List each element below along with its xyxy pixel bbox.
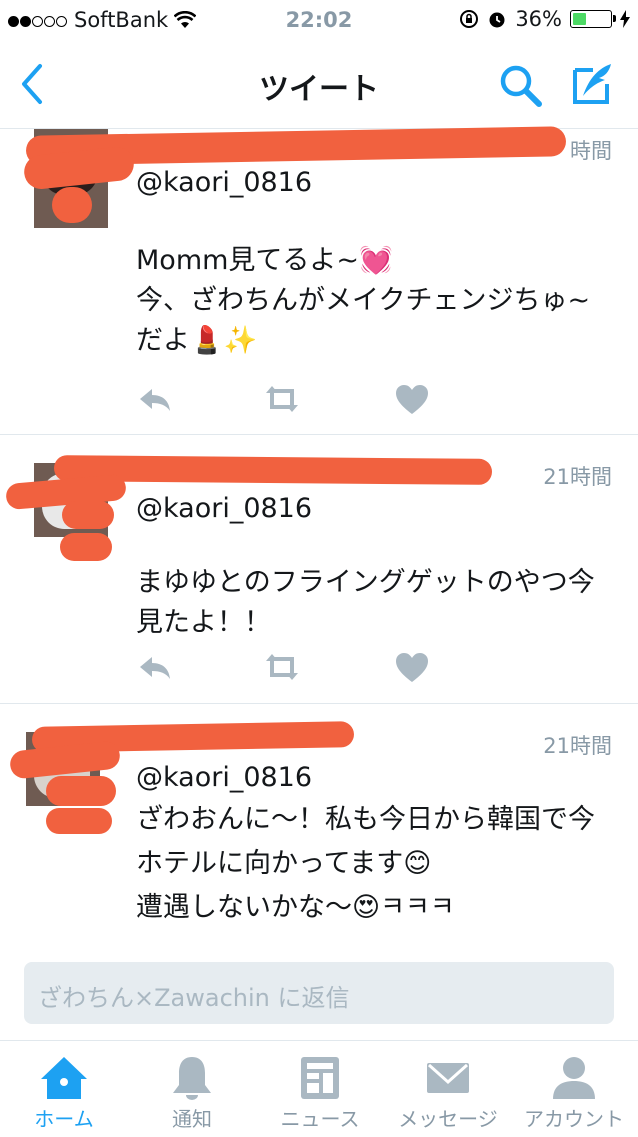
tweet-time: 21時間 (543, 734, 612, 758)
tab-bar: ホーム 通知 ニュース メッセージ アカウント (0, 1040, 638, 1137)
like-icon[interactable] (392, 649, 432, 685)
tab-account[interactable]: アカウント (510, 1041, 638, 1137)
like-icon[interactable] (392, 381, 432, 417)
redaction-mark (46, 776, 116, 806)
tweet-text: Momm見てるよ~💓 今、ざわちんがメイクチェンジちゅ~ だよ💄✨ (136, 245, 591, 356)
battery-percent: 36% (515, 7, 562, 31)
redaction-mark (52, 187, 92, 223)
tab-label: 通知 (172, 1107, 212, 1131)
tab-notifications[interactable]: 通知 (128, 1041, 256, 1137)
redaction-mark (62, 501, 114, 529)
person-icon (553, 1057, 595, 1099)
retweet-icon[interactable] (262, 649, 302, 685)
status-bar: SoftBank 22:02 36% (0, 0, 638, 40)
retweet-icon[interactable] (262, 381, 302, 417)
tab-label: ホーム (34, 1107, 94, 1131)
tweet[interactable]: 時間 @kaori_0816 Momm見てるよ~💓 今、ざわちんがメイクチェンジ… (0, 126, 638, 435)
battery-icon (570, 10, 616, 28)
charging-icon (620, 10, 630, 28)
tweet-text: ざわおんに〜！私も今日から韓国で今 ホテルに向かってます😊 遭遇しないかな〜😍ㅋ… (136, 804, 595, 923)
redaction-mark (46, 808, 112, 834)
reply-to-handle[interactable]: @kaori_0816 (136, 762, 312, 793)
status-right: 36% (459, 7, 630, 31)
tab-label: メッセージ (398, 1107, 498, 1131)
navigation-bar: ツイート (0, 40, 638, 129)
reply-icon[interactable] (136, 381, 176, 417)
rotation-lock-icon (460, 10, 479, 28)
compose-tweet-icon[interactable] (569, 60, 617, 108)
news-icon (301, 1057, 339, 1099)
tab-messages[interactable]: メッセージ (384, 1041, 512, 1137)
tweet-time: 時間 (570, 139, 612, 163)
bell-icon (173, 1057, 211, 1100)
redaction-mark (60, 533, 112, 561)
reply-to-handle[interactable]: @kaori_0816 (136, 493, 312, 524)
envelope-icon (427, 1063, 469, 1093)
tab-label: ニュース (280, 1107, 360, 1131)
reply-icon[interactable] (136, 649, 176, 685)
reply-placeholder: ざわちん×Zawachin に返信 (38, 984, 350, 1012)
tweet-time: 21時間 (543, 465, 612, 489)
alarm-icon (489, 12, 505, 28)
reply-to-handle[interactable]: @kaori_0816 (136, 167, 312, 198)
tweet-actions (136, 381, 436, 417)
home-icon (41, 1057, 87, 1099)
tab-home[interactable]: ホーム (0, 1041, 128, 1137)
tweet-actions (136, 649, 436, 685)
reply-bar: ざわちん×Zawachin に返信 (0, 948, 638, 1040)
reply-input[interactable]: ざわちん×Zawachin に返信 (24, 962, 614, 1024)
tweet-text: まゆゆとのフライングゲットのやつ今 見たよ！！ (136, 567, 595, 638)
tab-label: アカウント (524, 1107, 624, 1131)
tweet[interactable]: 21時間 @kaori_0816 ざわおんに〜！私も今日から韓国で今 ホテルに向… (0, 704, 638, 949)
tab-news[interactable]: ニュース (256, 1041, 384, 1137)
tweet[interactable]: 21時間 @kaori_0816 まゆゆとのフライングゲットのやつ今 見たよ！！ (0, 435, 638, 704)
search-icon[interactable] (497, 62, 545, 108)
